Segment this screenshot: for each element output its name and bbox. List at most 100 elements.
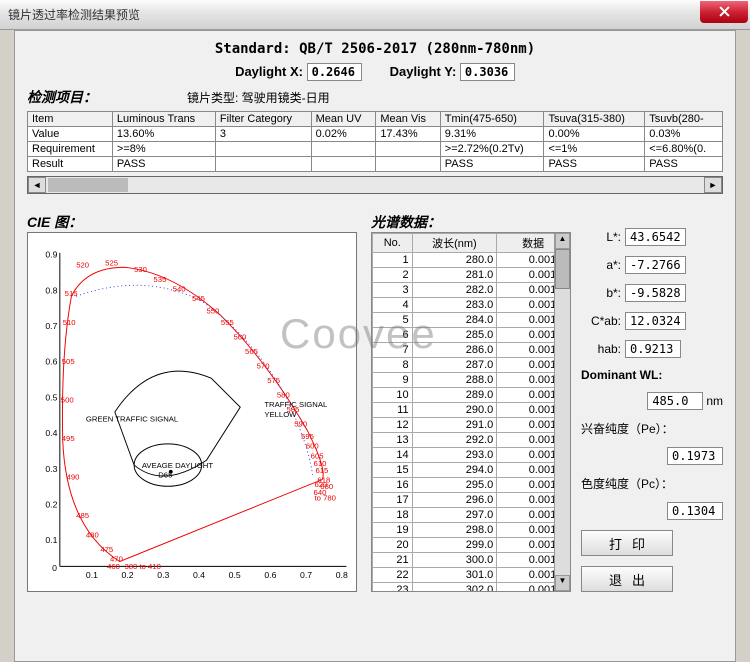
svg-text:530: 530: [134, 265, 147, 274]
table-header: Filter Category: [215, 112, 311, 127]
list-item[interactable]: 23302.00.001%: [373, 583, 570, 593]
hab-input[interactable]: 0.9213: [625, 340, 681, 358]
svg-text:615: 615: [315, 466, 328, 475]
list-item[interactable]: 8287.00.001%: [373, 358, 570, 373]
svg-text:0.2: 0.2: [45, 500, 57, 510]
cie-chart: 0.90.80.70.60.50.40.30.20.10 0.10.20.30.…: [27, 232, 357, 592]
h-scrollbar[interactable]: ◄ ►: [27, 176, 723, 194]
svg-text:565: 565: [245, 347, 258, 356]
svg-text:0.1: 0.1: [86, 570, 98, 580]
list-item[interactable]: 22301.00.001%: [373, 568, 570, 583]
scroll-thumb[interactable]: [48, 178, 128, 192]
spectrum-table[interactable]: No.波长(nm)数据1280.00.001%2281.00.001%3282.…: [371, 232, 571, 592]
svg-text:540: 540: [173, 284, 186, 293]
pe-input[interactable]: 0.1973: [667, 447, 723, 465]
cie-label: CIE 图：: [27, 212, 357, 232]
pc-input[interactable]: 0.1304: [667, 502, 723, 520]
list-item[interactable]: 13292.00.001%: [373, 433, 570, 448]
window-titlebar: 镜片透过率检测结果预览: [0, 0, 750, 30]
svg-text:0.6: 0.6: [45, 357, 57, 367]
table-header: Item: [28, 112, 113, 127]
L-input[interactable]: 43.6542: [625, 228, 686, 246]
list-item[interactable]: 7286.00.001%: [373, 343, 570, 358]
svg-text:555: 555: [221, 318, 234, 327]
results-table: ItemLuminous TransFilter CategoryMean UV…: [27, 111, 723, 172]
list-item[interactable]: 9288.00.001%: [373, 373, 570, 388]
svg-text:0.9: 0.9: [45, 250, 57, 260]
table-row: ResultPASSPASSPASSPASS: [28, 157, 723, 172]
list-item[interactable]: 6285.00.001%: [373, 328, 570, 343]
svg-text:475: 475: [100, 545, 113, 554]
scroll-left-icon[interactable]: ◄: [28, 177, 46, 193]
table-header: Tsuva(315-380): [544, 112, 645, 127]
svg-text:0.5: 0.5: [229, 570, 241, 580]
daylight-y-input[interactable]: 0.3036: [460, 63, 515, 81]
list-item[interactable]: 17296.00.001%: [373, 493, 570, 508]
list-item[interactable]: 14293.00.001%: [373, 448, 570, 463]
svg-text:535: 535: [153, 275, 166, 284]
scroll-down-icon[interactable]: ▼: [555, 575, 570, 591]
list-item[interactable]: 19298.00.001%: [373, 523, 570, 538]
svg-text:0.2: 0.2: [122, 570, 134, 580]
svg-text:460: 460: [107, 562, 120, 571]
svg-text:0.1: 0.1: [45, 535, 57, 545]
section-items-label: 检测项目：: [27, 87, 97, 107]
svg-text:515: 515: [65, 289, 78, 298]
standard-line: Standard: QB/T 2506-2017 (280nm-780nm): [27, 41, 723, 57]
svg-text:480: 480: [86, 530, 99, 539]
svg-text:545: 545: [192, 294, 205, 303]
svg-text:AVEAGE DAYLIGHT: AVEAGE DAYLIGHT: [142, 461, 213, 470]
table-header: Mean UV: [311, 112, 376, 127]
daylight-x-input[interactable]: 0.2646: [307, 63, 362, 81]
svg-text:0.7: 0.7: [45, 321, 57, 331]
table-header: Mean Vis: [376, 112, 440, 127]
scroll-up-icon[interactable]: ▲: [555, 233, 570, 249]
a-input[interactable]: -7.2766: [625, 256, 686, 274]
list-item[interactable]: 1280.00.001%: [373, 253, 570, 268]
list-item[interactable]: 11290.00.001%: [373, 403, 570, 418]
svg-text:YELLOW: YELLOW: [264, 410, 297, 419]
svg-text:0.5: 0.5: [45, 392, 57, 402]
list-item[interactable]: 3282.00.001%: [373, 283, 570, 298]
svg-text:0: 0: [52, 563, 57, 573]
table-header: Tmin(475-650): [440, 112, 544, 127]
main-panel: Standard: QB/T 2506-2017 (280nm-780nm) D…: [14, 30, 736, 662]
close-button[interactable]: [700, 1, 748, 23]
svg-text:0.8: 0.8: [45, 285, 57, 295]
svg-text:to 780: to 780: [315, 494, 336, 503]
svg-text:0.4: 0.4: [45, 428, 57, 438]
list-item[interactable]: 21300.00.001%: [373, 553, 570, 568]
svg-text:380 to 410: 380 to 410: [124, 562, 160, 571]
svg-text:590: 590: [294, 419, 307, 428]
table-header: Tsuvb(280-: [645, 112, 723, 127]
list-item[interactable]: 10289.00.001%: [373, 388, 570, 403]
svg-text:GREEN TRAFFIC SIGNAL: GREEN TRAFFIC SIGNAL: [86, 415, 179, 424]
svg-text:525: 525: [105, 258, 118, 267]
list-item[interactable]: 15294.00.001%: [373, 463, 570, 478]
list-item[interactable]: 12291.00.001%: [373, 418, 570, 433]
list-item[interactable]: 2281.00.001%: [373, 268, 570, 283]
svg-text:600: 600: [306, 442, 319, 451]
list-item[interactable]: 4283.00.001%: [373, 298, 570, 313]
scroll-thumb-v[interactable]: [555, 249, 570, 289]
exit-button[interactable]: 退出: [581, 566, 673, 592]
svg-text:595: 595: [301, 432, 314, 441]
svg-text:0.8: 0.8: [336, 570, 348, 580]
Cab-input[interactable]: 12.0324: [625, 312, 686, 330]
list-item[interactable]: 16295.00.001%: [373, 478, 570, 493]
svg-text:550: 550: [206, 307, 219, 316]
table-row: Requirement>=8%>=2.72%(0.2Tv)<=1%<=6.80%…: [28, 142, 723, 157]
v-scrollbar[interactable]: ▲ ▼: [554, 233, 570, 591]
svg-text:0.4: 0.4: [193, 570, 205, 580]
list-item[interactable]: 18297.00.001%: [373, 508, 570, 523]
svg-text:575: 575: [267, 376, 280, 385]
svg-text:520: 520: [76, 260, 89, 269]
b-input[interactable]: -9.5828: [625, 284, 686, 302]
svg-text:500: 500: [61, 395, 74, 404]
list-item[interactable]: 20299.00.001%: [373, 538, 570, 553]
scroll-right-icon[interactable]: ►: [704, 177, 722, 193]
svg-text:580: 580: [277, 391, 290, 400]
print-button[interactable]: 打印: [581, 530, 673, 556]
list-item[interactable]: 5284.00.001%: [373, 313, 570, 328]
dominant-wl-input[interactable]: 485.0: [647, 392, 703, 410]
